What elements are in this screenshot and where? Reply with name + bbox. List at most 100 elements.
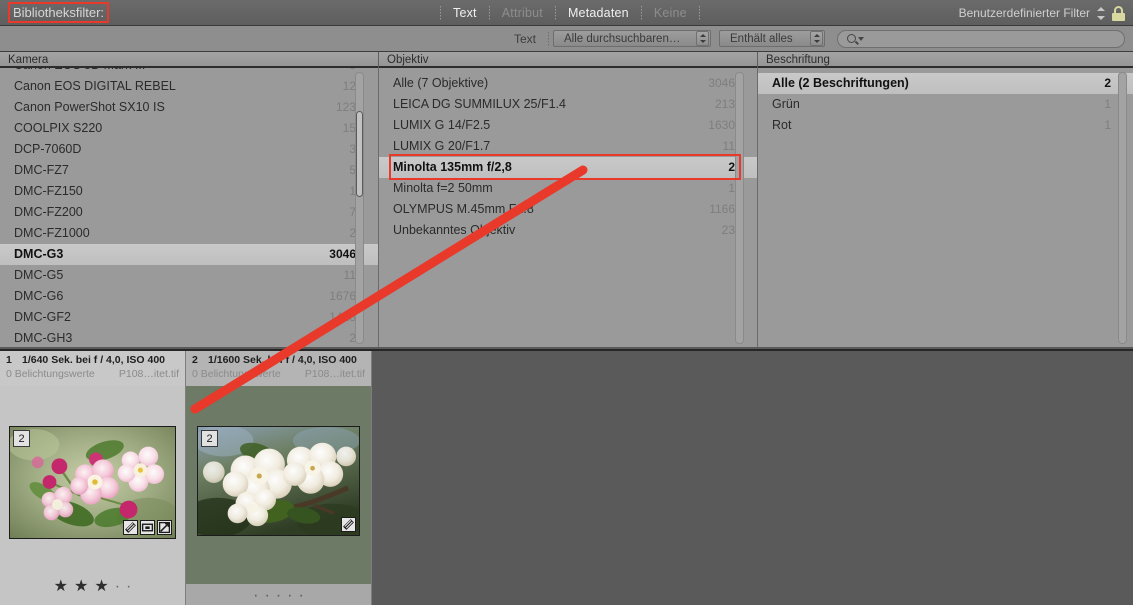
filter-row[interactable]: DMC-FZ7 5 <box>0 160 378 181</box>
filter-row[interactable]: Canon PowerShot SX10 IS 123 <box>0 97 378 118</box>
filter-row[interactable]: Canon EOS 5D Mark III5 <box>0 68 378 76</box>
star-rating[interactable]: ★ ★ ★ · · <box>0 576 185 598</box>
dropdown-arrows-icon[interactable] <box>696 31 709 46</box>
filter-row[interactable]: DMC-GF2 1428 <box>0 307 378 328</box>
cell-develop-count: 0 Belichtungswerte <box>192 368 281 380</box>
stack-count-badge[interactable]: 2 <box>13 430 30 447</box>
crop-icon[interactable] <box>341 517 356 532</box>
match-rule-value: Enthält alles <box>730 32 793 45</box>
filmstrip-cell-separator <box>371 351 372 605</box>
filter-row[interactable]: Canon EOS DIGITAL REBEL 12 <box>0 76 378 97</box>
star-empty-icon[interactable]: · <box>287 587 292 604</box>
filmstrip-cell[interactable]: 1 1/640 Sek. bei f / 4,0, ISO 400 0 Beli… <box>0 351 185 605</box>
filter-row-count: 1 <box>728 181 735 195</box>
keyword-icon[interactable] <box>140 520 155 535</box>
photo-thumbnail[interactable]: 2 <box>9 426 176 539</box>
filter-row-label: Canon EOS 5D Mark III <box>14 68 349 76</box>
star-empty-icon[interactable]: · <box>298 587 303 604</box>
filter-row[interactable]: DMC-G5 11 <box>0 265 378 286</box>
objektiv-panel: Alle (7 Objektive) 3046 LEICA DG SUMMILUX … <box>379 68 757 347</box>
filter-row[interactable]: Unbekanntes Objektiv 23 <box>379 220 757 241</box>
kamera-list[interactable]: Canon EOS 5D Mark III5Canon EOS DIGITAL … <box>0 68 378 347</box>
crop-icon[interactable] <box>123 520 138 535</box>
kamera-scrollbar[interactable] <box>355 72 364 344</box>
filmstrip-cell[interactable]: 2 1/1600 Sek. bei f / 4,0, ISO 400 0 Bel… <box>186 351 371 605</box>
cell-filename: P108…itet.tif <box>304 368 365 380</box>
star-empty-icon[interactable]: · <box>265 587 270 604</box>
filter-row[interactable]: LEICA DG SUMMILUX 25/F1.4 213 <box>379 94 757 115</box>
beschriftung-panel: Alle (2 Beschriftungen) 2 Grün 1 Rot 1 <box>758 68 1133 347</box>
filter-row-count: 12 <box>342 79 356 93</box>
custom-filter-label[interactable]: Benutzerdefinierter Filter <box>959 6 1090 20</box>
filter-row[interactable]: Grün 1 <box>758 94 1133 115</box>
cell-index: 2 <box>192 354 198 366</box>
star-empty-icon[interactable]: · <box>126 579 131 595</box>
filter-row-label: Unbekanntes Objektiv <box>393 223 516 237</box>
filter-row-label: LUMIX G 14/F2.5 <box>393 118 491 132</box>
search-field[interactable] <box>837 29 1125 48</box>
star-empty-icon[interactable]: · <box>253 587 258 604</box>
lock-icon[interactable] <box>1112 5 1125 21</box>
match-rule-dropdown[interactable]: Enthält alles <box>719 30 825 47</box>
searchable-fields-dropdown[interactable]: Alle durchsuchbaren… <box>553 30 711 47</box>
tab-text[interactable]: Text <box>441 0 489 26</box>
filter-row-label: DMC-G6 <box>14 289 64 303</box>
column-header-beschriftung[interactable]: Beschriftung <box>758 52 1133 68</box>
star-empty-icon[interactable]: · <box>115 579 120 595</box>
filter-row-label: DCP-7060D <box>14 142 82 156</box>
star-filled-icon[interactable]: ★ <box>94 579 108 595</box>
filter-row[interactable]: COOLPIX S220 15 <box>0 118 378 139</box>
filter-row[interactable]: DCP-7060D 3 <box>0 139 378 160</box>
cell-thumbnail-area[interactable]: 2 <box>186 386 371 571</box>
thumbnail-badges <box>341 517 356 532</box>
star-empty-icon[interactable]: · <box>276 587 281 604</box>
filter-row-label: COOLPIX S220 <box>14 121 103 135</box>
filter-row-count: 23 <box>721 223 735 237</box>
star-rating[interactable]: · · · · · <box>186 584 371 605</box>
filter-row-label: Alle (7 Objektive) <box>393 76 489 90</box>
custom-filter-area: Benutzerdefinierter Filter <box>959 0 1125 26</box>
cell-exposure: 1/1600 Sek. bei f / 4,0, ISO 400 <box>208 354 357 366</box>
filter-row[interactable]: DMC-FZ200 7 <box>0 202 378 223</box>
filter-row[interactable]: DMC-GH3 2 <box>0 328 378 347</box>
filter-row[interactable]: Minolta f=2 50mm 1 <box>379 178 757 199</box>
filter-row[interactable]: Rot 1 <box>758 115 1133 136</box>
search-input[interactable] <box>864 32 1124 45</box>
filter-row-label: DMC-G5 <box>14 268 64 282</box>
kamera-panel: Canon EOS 5D Mark III5Canon EOS DIGITAL … <box>0 68 378 347</box>
photo-thumbnail[interactable]: 2 <box>197 426 360 536</box>
adjust-icon[interactable] <box>157 520 172 535</box>
beschriftung-scrollbar[interactable] <box>1118 72 1127 344</box>
beschriftung-list[interactable]: Alle (2 Beschriftungen) 2 Grün 1 Rot 1 <box>758 73 1133 136</box>
filter-tabs: Text Attribut Metadaten Keine <box>440 0 700 26</box>
star-filled-icon[interactable]: ★ <box>54 579 68 595</box>
filter-row[interactable]: DMC-FZ1000 2 <box>0 223 378 244</box>
filter-row-count: 2 <box>1104 76 1111 90</box>
kamera-scrollbar-thumb[interactable] <box>356 111 363 197</box>
filter-row-count: 1428 <box>329 310 356 324</box>
filter-row[interactable]: DMC-G6 1676 <box>0 286 378 307</box>
filter-row[interactable]: DMC-FZ150 1 <box>0 181 378 202</box>
chevron-up-down-icon[interactable] <box>1097 6 1105 20</box>
cell-info-header: 2 1/1600 Sek. bei f / 4,0, ISO 400 0 Bel… <box>186 351 371 386</box>
filter-row[interactable]: LUMIX G 14/F2.5 1630 <box>379 115 757 136</box>
tab-keine[interactable]: Keine <box>642 0 699 26</box>
stack-count-badge[interactable]: 2 <box>201 430 218 447</box>
filter-row-label: LEICA DG SUMMILUX 25/F1.4 <box>393 97 566 111</box>
library-filter-title: Bibliotheksfilter: <box>8 2 110 23</box>
column-header-kamera[interactable]: Kamera <box>0 52 378 68</box>
filter-row[interactable]: Alle (7 Objektive) 3046 <box>379 73 757 94</box>
filter-row[interactable]: Alle (2 Beschriftungen) 2 <box>758 73 1133 94</box>
column-header-objektiv[interactable]: Objektiv <box>379 52 757 68</box>
cell-thumbnail-area[interactable]: 2 <box>0 386 185 571</box>
star-filled-icon[interactable]: ★ <box>74 579 88 595</box>
filter-row[interactable]: OLYMPUS M.45mm F1.8 1166 <box>379 199 757 220</box>
tab-metadaten[interactable]: Metadaten <box>556 0 641 26</box>
thumbnail-badges <box>123 520 172 535</box>
tab-attribut[interactable]: Attribut <box>490 0 555 26</box>
tab-separator <box>698 6 700 20</box>
filter-row[interactable]: DMC-G3 3046 <box>0 244 378 265</box>
dropdown-arrows-icon[interactable] <box>810 31 823 46</box>
objektiv-scrollbar[interactable] <box>735 72 744 344</box>
search-icon <box>847 34 856 43</box>
